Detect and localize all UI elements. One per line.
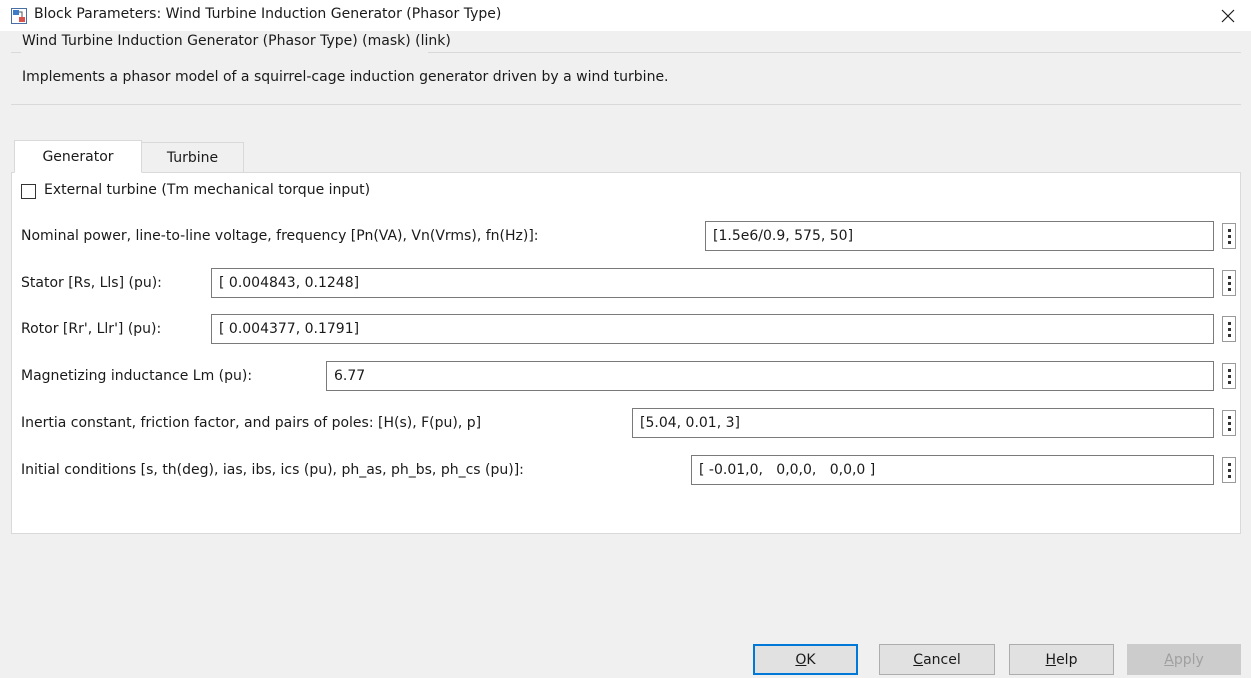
rotor-label: Rotor [Rr', Llr'] (pu):: [21, 321, 162, 337]
kebab-dot: [1227, 333, 1231, 337]
inertia-more-button[interactable]: [1222, 410, 1236, 436]
kebab-dot: [1227, 374, 1231, 378]
nominal-power-label: Nominal power, line-to-line voltage, fre…: [21, 228, 539, 244]
nominal-power-input[interactable]: [705, 221, 1214, 251]
kebab-menu-icon: [1227, 462, 1231, 466]
kebab-dot: [1227, 474, 1231, 478]
ok-button[interactable]: OK: [753, 644, 858, 675]
window-title: Block Parameters: Wind Turbine Induction…: [34, 6, 502, 22]
kebab-dot: [1227, 240, 1231, 244]
apply-label: pply: [1173, 651, 1204, 668]
mask-description: Implements a phasor model of a squirrel-…: [22, 69, 669, 85]
group-border: [428, 52, 1241, 53]
apply-mnemonic: A: [1164, 651, 1174, 668]
mask-heading: Wind Turbine Induction Generator (Phasor…: [22, 33, 451, 49]
close-button[interactable]: [1205, 0, 1251, 31]
rotor-more-button[interactable]: [1222, 316, 1236, 342]
initial-conditions-label: Initial conditions [s, th(deg), ias, ibs…: [21, 462, 524, 478]
ok-mnemonic: O: [795, 651, 807, 668]
stator-input[interactable]: [211, 268, 1214, 298]
kebab-dot: [1227, 327, 1231, 331]
external-turbine-label[interactable]: External turbine (Tm mechanical torque i…: [44, 182, 370, 198]
apply-button[interactable]: Apply: [1127, 644, 1241, 675]
kebab-dot: [1227, 468, 1231, 472]
magnetizing-inductance-input[interactable]: [326, 361, 1214, 391]
stator-more-button[interactable]: [1222, 270, 1236, 296]
group-border: [11, 104, 1241, 105]
inertia-input[interactable]: [632, 408, 1214, 438]
kebab-dot: [1227, 427, 1231, 431]
tab-label: Generator: [42, 148, 114, 165]
tab-label: Turbine: [166, 149, 219, 166]
nominal-power-more-button[interactable]: [1222, 223, 1236, 249]
rotor-input[interactable]: [211, 314, 1214, 344]
close-icon: [1221, 9, 1235, 22]
external-turbine-checkbox[interactable]: [21, 184, 36, 199]
initial-conditions-more-button[interactable]: [1222, 457, 1236, 483]
initial-conditions-input[interactable]: [691, 455, 1214, 485]
tab-generator[interactable]: Generator: [14, 140, 142, 173]
ok-label: K: [806, 651, 816, 668]
kebab-menu-icon: [1227, 275, 1231, 279]
simulink-block-icon: [11, 8, 27, 24]
kebab-dot: [1227, 287, 1231, 291]
group-border: [11, 52, 21, 53]
cancel-button[interactable]: Cancel: [879, 644, 995, 675]
tab-turbine[interactable]: Turbine: [141, 142, 244, 173]
kebab-dot: [1227, 421, 1231, 425]
kebab-menu-icon: [1227, 321, 1231, 325]
block-parameters-dialog: Block Parameters: Wind Turbine Induction…: [0, 0, 1251, 678]
magnetizing-inductance-more-button[interactable]: [1222, 363, 1236, 389]
cancel-label: ancel: [923, 651, 961, 668]
cancel-mnemonic: C: [913, 651, 924, 668]
kebab-dot: [1227, 281, 1231, 285]
kebab-dot: [1227, 234, 1231, 238]
magnetizing-inductance-label: Magnetizing inductance Lm (pu):: [21, 368, 253, 384]
kebab-menu-icon: [1227, 415, 1231, 419]
kebab-menu-icon: [1227, 368, 1231, 372]
stator-label: Stator [Rs, Lls] (pu):: [21, 275, 162, 291]
help-label: elp: [1056, 651, 1078, 668]
help-mnemonic: H: [1045, 651, 1057, 668]
help-button[interactable]: Help: [1009, 644, 1114, 675]
kebab-menu-icon: [1227, 228, 1231, 232]
inertia-label: Inertia constant, friction factor, and p…: [21, 415, 482, 431]
title-bar[interactable]: Block Parameters: Wind Turbine Induction…: [0, 0, 1251, 31]
kebab-dot: [1227, 380, 1231, 384]
